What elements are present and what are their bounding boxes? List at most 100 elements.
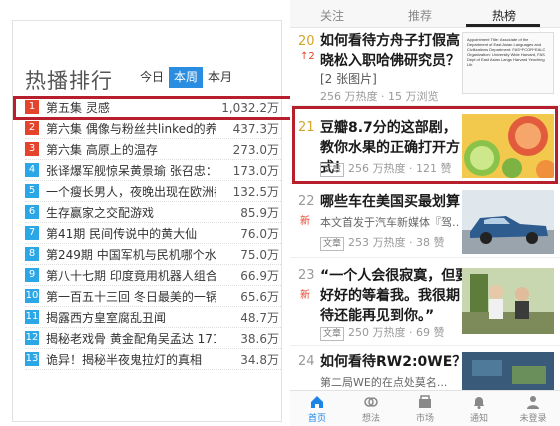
nav-market[interactable]: 市场 [398, 391, 452, 426]
rank-title[interactable]: 第八十七期 印度竟用机器人组合 [46, 267, 216, 284]
ranking-row[interactable]: 7 第41期 民间传说中的黄大仙 76.0万 [25, 223, 281, 244]
rank-number: 8 [25, 247, 39, 261]
trend-indicator: ↑2 [300, 51, 315, 62]
rank-value: 48.7万 [240, 310, 279, 325]
hot-item[interactable]: 22 新 哪些车在美国买最划算 本文首发于汽车新媒体『驾… 文章 253 万热度 … [290, 184, 560, 258]
highlight-box [292, 106, 558, 184]
idea-icon [364, 397, 378, 407]
item-rank: 22 [298, 194, 315, 209]
home-icon [311, 396, 323, 408]
rank-number: 12 [25, 331, 39, 345]
meta-stats: 250 万热度 · 69 赞 [348, 326, 445, 339]
rank-number: 6 [25, 205, 39, 219]
ranking-row[interactable]: 5 一个瘦长男人，夜晚出现在欧洲都 132.5万 [25, 181, 281, 202]
rank-value: 132.5万 [232, 184, 279, 199]
item-excerpt: 本文首发于汽车新媒体『驾… [320, 216, 460, 229]
item-excerpt: 第二局WE的在点处莫名... [320, 376, 448, 389]
item-meta: 256 万热度 · 15 万浏览 [320, 90, 439, 103]
rank-number: 5 [25, 184, 39, 198]
tab-follow[interactable]: 关注 [320, 7, 344, 24]
rank-value: 34.8万 [240, 352, 279, 367]
document-text: Appointment Title: Associate of the Depa… [467, 37, 546, 67]
tab-hot-list[interactable]: 热榜 [492, 7, 516, 24]
ranking-row[interactable]: 6 生存赢家之交配游戏 85.9万 [25, 202, 281, 223]
top-tab-bar: 关注 推荐 热榜 [290, 0, 560, 28]
nav-label: 首页 [307, 414, 326, 424]
rank-number: 13 [25, 352, 39, 366]
rank-title[interactable]: 第六集 偶像与粉丝共linked的养成剧 [46, 120, 216, 137]
ranking-list: 1 第五集 灵感 1,032.2万 2 第六集 偶像与粉丝共linked的养成剧… [13, 96, 299, 370]
rank-title[interactable]: 第一百五十三回 冬日最美的一锅 [46, 288, 216, 305]
nav-ideas[interactable]: 想法 [344, 391, 398, 426]
market-icon [419, 395, 431, 408]
nav-profile[interactable]: 未登录 [506, 391, 560, 426]
item-title[interactable]: “一个人会很寂寞，但要好好的等着我。我很期待还能再见到你。” [320, 266, 470, 326]
nav-notifications[interactable]: 通知 [452, 391, 506, 426]
rank-number: 4 [25, 163, 39, 177]
hot-item[interactable]: 20 ↑2 如何看待方舟子打假高晓松入职哈佛研究员？ [2 张图片] 256 万… [290, 28, 560, 106]
hot-list-panel: 关注 推荐 热榜 20 ↑2 如何看待方舟子打假高晓松入职哈佛研究员？ [2 张… [290, 0, 560, 426]
tab-this-week[interactable]: 本周 [169, 67, 203, 88]
rank-number: 9 [25, 268, 39, 282]
photo-thumbnail [462, 268, 554, 334]
rank-value: 437.3万 [232, 121, 279, 136]
ranking-title: 热播排行 [25, 69, 113, 93]
tab-today[interactable]: 今日 [135, 67, 169, 88]
nav-label: 未登录 [519, 414, 547, 424]
rank-title[interactable]: 揭秘老戏骨 黄金配角吴孟达 1712 [46, 330, 216, 347]
item-image-count: [2 张图片] [320, 72, 377, 86]
rank-value: 1,032.2万 [221, 100, 279, 115]
game-thumbnail [462, 352, 554, 392]
rank-value: 76.0万 [240, 226, 279, 241]
rank-title[interactable]: 一个瘦长男人，夜晚出现在欧洲都 [46, 183, 216, 200]
item-meta: 文章 253 万热度 · 38 赞 [320, 234, 445, 251]
ranking-row[interactable]: 10 第一百五十三回 冬日最美的一锅 65.6万 [25, 286, 281, 307]
hot-item[interactable]: 24 如何看待RW2:0WE？ 第二局WE的在点处莫名... [290, 346, 560, 392]
tab-this-month[interactable]: 本月 [203, 67, 237, 88]
car-thumbnail [462, 190, 554, 254]
rank-title[interactable]: 第六集 高原上的温存 [46, 141, 216, 158]
ranking-row[interactable]: 1 第五集 灵感 1,032.2万 [13, 96, 299, 120]
item-title[interactable]: 哪些车在美国买最划算 [320, 192, 465, 212]
rank-title[interactable]: 诡异！揭秘半夜鬼拉灯的真相 [46, 351, 216, 368]
ranking-row[interactable]: 9 第八十七期 印度竟用机器人组合 66.9万 [25, 265, 281, 286]
tab-recommend[interactable]: 推荐 [408, 7, 432, 24]
weekly-ranking-panel: 热播排行 今日 本周 本月 1 第五集 灵感 1,032.2万 2 第六集 偶像… [12, 20, 299, 422]
hot-item[interactable]: 23 新 “一个人会很寂寞，但要好好的等着我。我很期待还能再见到你。” 文章 25… [290, 258, 560, 346]
rank-value: 273.0万 [232, 142, 279, 157]
new-indicator: 新 [300, 290, 310, 301]
bottom-nav: 首页 想法 市场 通知 未登录 [290, 390, 560, 426]
nav-label: 通知 [469, 414, 488, 424]
article-badge: 文章 [320, 237, 345, 251]
item-rank: 23 [298, 268, 315, 283]
document-thumbnail: Appointment Title: Associate of the Depa… [462, 32, 554, 94]
ranking-row[interactable]: 13 诡异！揭秘半夜鬼拉灯的真相 34.8万 [25, 349, 281, 370]
rank-title[interactable]: 第249期 中国军机与民机哪个水平 [46, 246, 216, 263]
item-meta: 文章 250 万热度 · 69 赞 [320, 324, 445, 341]
rank-value: 66.9万 [240, 268, 279, 283]
active-tab-indicator [466, 24, 540, 27]
rank-number: 7 [25, 226, 39, 240]
rank-title[interactable]: 揭露西方皇室腐乱丑闻 [46, 309, 216, 326]
nav-label: 市场 [415, 414, 434, 424]
rank-value: 85.9万 [240, 205, 279, 220]
nav-label: 想法 [361, 414, 380, 424]
user-icon [527, 396, 539, 409]
rank-value: 65.6万 [240, 289, 279, 304]
ranking-row[interactable]: 11 揭露西方皇室腐乱丑闻 48.7万 [25, 307, 281, 328]
rank-title[interactable]: 第41期 民间传说中的黄大仙 [46, 225, 216, 242]
ranking-row[interactable]: 3 第六集 高原上的温存 273.0万 [25, 139, 281, 160]
rank-value: 38.6万 [240, 331, 279, 346]
ranking-row[interactable]: 12 揭秘老戏骨 黄金配角吴孟达 1712 38.6万 [25, 328, 281, 349]
rank-title[interactable]: 张译爆军舰惊呆黄景瑜 张召忠： [46, 162, 216, 179]
item-title[interactable]: 如何看待方舟子打假高晓松入职哈佛研究员？ [320, 31, 460, 71]
ranking-row[interactable]: 8 第249期 中国军机与民机哪个水平 75.0万 [25, 244, 281, 265]
rank-number: 11 [25, 310, 39, 324]
ranking-tabs: 今日 本周 本月 [135, 67, 237, 88]
rank-title[interactable]: 生存赢家之交配游戏 [46, 204, 216, 221]
bell-icon [474, 397, 484, 409]
ranking-row[interactable]: 2 第六集 偶像与粉丝共linked的养成剧 437.3万 [25, 118, 281, 139]
item-title[interactable]: 如何看待RW2:0WE？ [320, 352, 470, 372]
nav-home[interactable]: 首页 [290, 391, 344, 426]
ranking-row[interactable]: 4 张译爆军舰惊呆黄景瑜 张召忠： 173.0万 [25, 160, 281, 181]
